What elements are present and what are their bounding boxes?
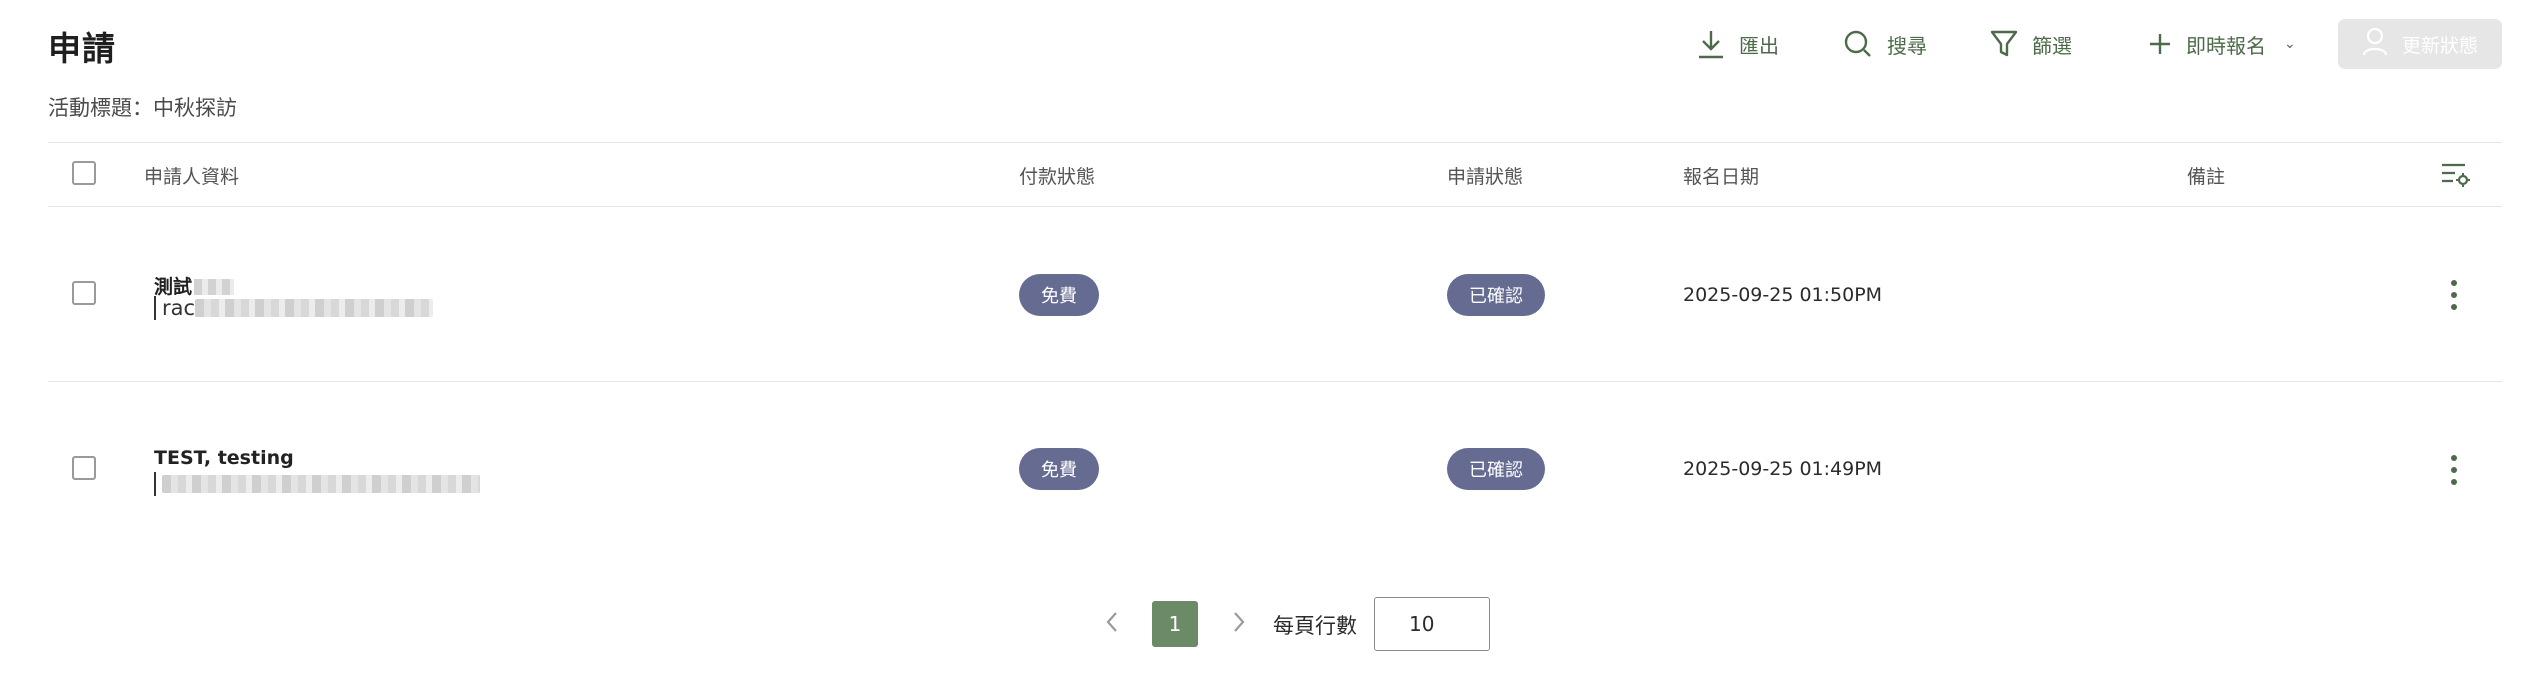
search-icon	[1843, 29, 1873, 59]
column-header-status[interactable]: 申請狀態	[1447, 162, 1523, 189]
application-status-badge: 已確認	[1447, 448, 1545, 490]
applicant-name: TEST, testing	[154, 447, 294, 469]
filter-button[interactable]: 篩選	[1990, 26, 2072, 62]
event-title: 活動標題：中秋探訪	[48, 96, 237, 120]
table-header-divider	[48, 206, 2502, 207]
plus-icon	[2148, 32, 2172, 56]
redacted-text	[162, 475, 480, 493]
column-settings-icon[interactable]	[2441, 162, 2471, 192]
select-all-checkbox[interactable]	[72, 161, 96, 185]
update-status-label: 更新狀態	[2401, 34, 2478, 57]
page-1-button[interactable]: 1	[1152, 601, 1198, 647]
applicant-email	[154, 472, 480, 496]
registration-date: 2025-09-25 01:49PM	[1683, 458, 1883, 480]
filter-icon	[1990, 29, 2018, 59]
update-status-button[interactable]: 更新狀態	[2338, 19, 2502, 69]
instant-register-button[interactable]: 即時報名 ⌄	[2148, 26, 2296, 62]
search-button[interactable]: 搜尋	[1843, 26, 1927, 62]
rows-per-page-input[interactable]	[1374, 597, 1490, 651]
payment-status-badge: 免費	[1019, 448, 1099, 490]
more-vertical-icon[interactable]	[2448, 455, 2460, 485]
redacted-text	[194, 279, 235, 295]
applicant-email: rac	[154, 296, 434, 320]
column-header-note[interactable]: 備註	[2187, 162, 2225, 189]
column-header-applicant[interactable]: 申請人資料	[144, 162, 239, 189]
page-title: 申請	[48, 29, 116, 68]
user-icon	[2362, 27, 2388, 62]
next-page-button[interactable]	[1219, 600, 1259, 648]
application-status-badge: 已確認	[1447, 274, 1545, 316]
registration-date: 2025-09-25 01:50PM	[1683, 284, 1883, 306]
chevron-left-icon	[1105, 611, 1119, 637]
download-icon	[1697, 29, 1725, 59]
row-checkbox[interactable]	[72, 281, 96, 305]
export-label: 匯出	[1739, 33, 1779, 58]
payment-status-badge: 免費	[1019, 274, 1099, 316]
column-header-payment[interactable]: 付款狀態	[1019, 162, 1095, 189]
instant-register-label: 即時報名	[2186, 33, 2266, 58]
previous-page-button[interactable]	[1092, 600, 1132, 648]
chevron-down-icon: ⌄	[2284, 36, 2296, 52]
column-header-date[interactable]: 報名日期	[1683, 162, 1759, 189]
row-checkbox[interactable]	[72, 456, 96, 480]
chevron-right-icon	[1232, 611, 1246, 637]
search-label: 搜尋	[1887, 33, 1927, 58]
redacted-text	[195, 299, 434, 317]
applicant-name: 測試	[154, 272, 235, 299]
rows-per-page-label: 每頁行數	[1273, 614, 1357, 638]
export-button[interactable]: 匯出	[1697, 26, 1779, 62]
filter-label: 篩選	[2032, 33, 2072, 58]
more-vertical-icon[interactable]	[2448, 280, 2460, 310]
row-divider	[48, 381, 2502, 382]
table-top-divider	[48, 142, 2502, 143]
